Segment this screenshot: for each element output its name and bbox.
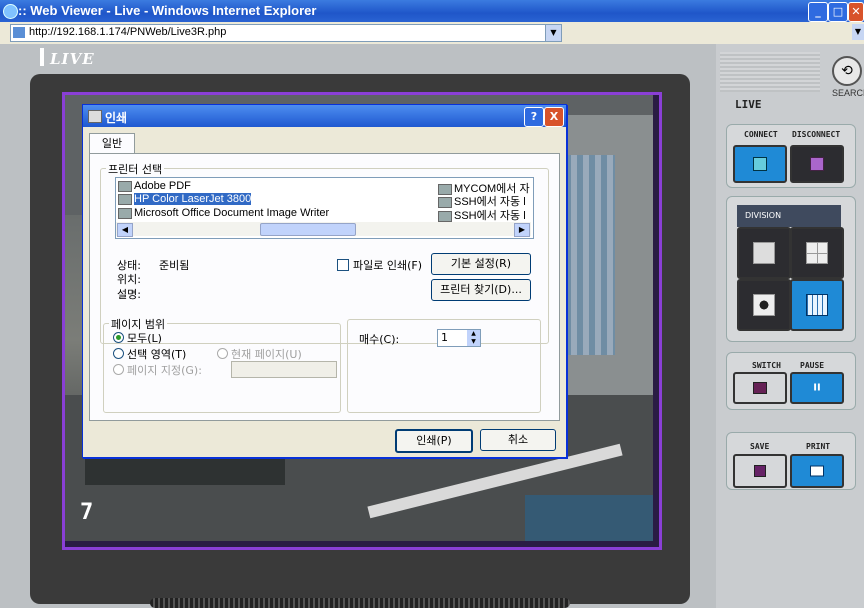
page-icon [13,27,25,38]
print-button[interactable]: 인쇄(P) [395,429,473,453]
printer-icon [118,193,132,205]
print-dialog: 인쇄 ? X 일반 프린터 선택 Adobe PDF HP Color Lase… [82,104,567,458]
connect-button[interactable] [733,145,787,183]
pause-label: PAUSE [800,361,825,370]
switch-button[interactable] [733,372,787,404]
chevron-down-icon[interactable]: ▼ [852,24,864,40]
scroll-left-icon[interactable]: ◀ [117,223,133,237]
shared-printer-icon [438,196,452,208]
scroll-right-icon[interactable]: ▶ [514,223,530,237]
search-label: SEARCH [832,88,864,98]
comment-label: 설명: [117,288,141,301]
disconnect-button[interactable] [790,145,844,183]
pause-button[interactable]: II [790,372,844,404]
dialog-title: 인쇄 [105,111,128,125]
range-selection-label: 선택 영역(T) [127,348,187,361]
printer-icon [810,465,824,477]
search-icon[interactable]: ⟲ [832,56,862,86]
copies-value: 1 [441,331,448,344]
internet-explorer-icon [3,4,18,19]
division-label: DIVISION [745,211,782,220]
division-1-button[interactable] [737,227,791,279]
preferences-button[interactable]: 기본 설정(R) [431,253,531,275]
range-pages-label: 페이지 지정(G): [127,364,202,377]
printer-group-label: 프린터 선택 [106,161,165,177]
save-button[interactable] [733,454,787,488]
page-range-input[interactable] [231,361,337,378]
side-live-label: LIVE [735,98,762,111]
disconnect-label: DISCONNECT [792,130,841,139]
division-center-button[interactable] [737,279,791,331]
list-item[interactable]: HP Color LaserJet 3800 [118,193,252,205]
print-label: PRINT [806,442,831,451]
range-current-label: 현재 페이지(U) [231,348,302,361]
camera-number: 7 [80,500,94,525]
grid-view-icon [806,294,828,316]
range-all-radio[interactable] [113,332,124,343]
logo-area [720,52,820,92]
find-printer-button[interactable]: 프린터 찾기(D)... [431,279,531,301]
minimize-icon[interactable]: _ [808,2,828,22]
horizontal-scrollbar[interactable]: ◀ ▶ [116,222,531,237]
location-label: 위치: [117,273,141,286]
switch-icon [753,382,767,394]
list-item[interactable]: Microsoft Office Document Image Writer [118,207,329,219]
copies-stepper[interactable]: 1 ▲ ▼ [437,329,481,347]
disconnect-icon [810,157,824,171]
url-text: http://192.168.1.174/PNWeb/Live3R.php [29,26,227,38]
center-view-icon [753,294,775,316]
quad-view-icon [806,242,828,264]
live-title: LIVE [50,50,95,68]
selected-printer: HP Color LaserJet 3800 [134,193,252,205]
print-to-file-label: 파일로 인쇄(F) [353,259,423,272]
connect-label: CONNECT [744,130,778,139]
range-pages-radio[interactable] [113,364,124,375]
division-16-button[interactable] [790,279,844,331]
switch-label: SWITCH [752,361,781,370]
printer-icon [118,207,132,219]
pause-icon: II [813,382,821,394]
maximize-icon[interactable]: □ [828,2,848,22]
window-titlebar: :: Web Viewer - Live - Windows Internet … [0,0,864,22]
print-to-file-checkbox[interactable] [337,259,349,271]
list-item[interactable]: SSH에서 자동 l [438,207,526,223]
cancel-button[interactable]: 취소 [480,429,556,451]
printer-icon [118,180,132,192]
url-field[interactable]: http://192.168.1.174/PNWeb/Live3R.php ▼ [10,24,562,42]
live-marker [40,48,44,66]
save-icon [754,465,766,477]
help-button[interactable]: ? [524,107,544,127]
scroll-thumb[interactable] [260,223,356,236]
shared-printer-icon [438,210,452,222]
tab-general[interactable]: 일반 [89,133,135,154]
address-bar: http://192.168.1.174/PNWeb/Live3R.php ▼ [0,22,864,45]
save-label: SAVE [750,442,770,451]
range-current-radio[interactable] [217,348,228,359]
single-view-icon [753,242,775,264]
division-header: DIVISION [737,205,841,227]
range-all-label: 모두(L) [127,332,162,345]
chevron-down-icon[interactable]: ▼ [545,25,561,41]
close-button[interactable]: X [544,107,564,127]
connect-icon [753,157,767,171]
speaker-grille [150,598,570,608]
printer-list[interactable]: Adobe PDF HP Color LaserJet 3800 Microso… [115,177,534,239]
division-4-button[interactable] [790,227,844,279]
range-selection-radio[interactable] [113,348,124,359]
close-icon[interactable]: ✕ [848,2,864,22]
status-value: 준비됨 [159,259,190,272]
window-title: :: Web Viewer - Live - Windows Internet … [18,3,317,18]
print-button[interactable] [790,454,844,488]
printer-icon [88,110,102,123]
copies-label: 매수(C): [359,333,400,346]
list-item[interactable]: Adobe PDF [118,180,191,192]
spinner-icon[interactable]: ▲ ▼ [467,330,480,346]
dialog-titlebar: 인쇄 ? X [83,105,566,127]
